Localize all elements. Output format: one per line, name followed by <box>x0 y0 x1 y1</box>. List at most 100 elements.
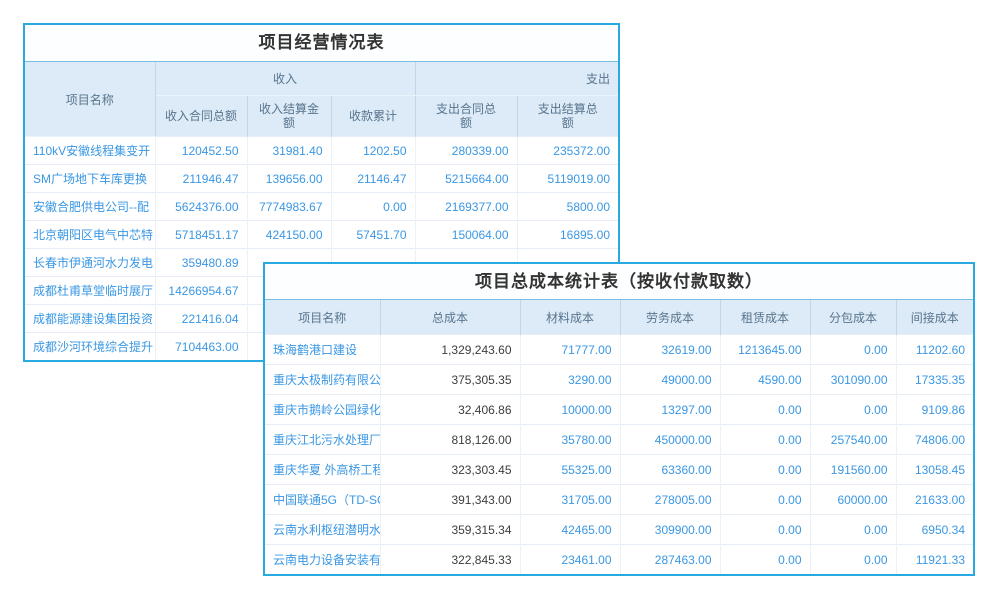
project-name-cell: 成都杜甫草堂临时展厅 <box>25 277 155 305</box>
project-name-cell: 成都能源建设集团投资 <box>25 305 155 333</box>
value-cell: 375,305.35 <box>380 365 520 395</box>
value-cell: 55325.00 <box>520 455 620 485</box>
project-name-cell: 长春市伊通河水力发电 <box>25 249 155 277</box>
value-cell: 0.00 <box>331 193 415 221</box>
value-cell: 322,845.33 <box>380 545 520 575</box>
value-cell: 1202.50 <box>331 137 415 165</box>
value-cell: 13058.45 <box>896 455 973 485</box>
project-name-cell: 重庆华夏 外高桥工程设备 <box>265 455 380 485</box>
value-cell: 23461.00 <box>520 545 620 575</box>
value-cell: 42465.00 <box>520 515 620 545</box>
value-cell: 424150.00 <box>247 221 331 249</box>
value-cell: 3290.00 <box>520 365 620 395</box>
operations-report-title: 项目经营情况表 <box>25 25 618 62</box>
value-cell: 10000.00 <box>520 395 620 425</box>
value-cell: 49000.00 <box>620 365 720 395</box>
value-cell: 71777.00 <box>520 335 620 365</box>
table-row[interactable]: 北京朝阳区电气中芯特5718451.17424150.0057451.70150… <box>25 221 618 249</box>
project-name-cell: 成都沙河环境综合提升 <box>25 333 155 361</box>
value-cell: 0.00 <box>720 515 810 545</box>
value-cell: 1213645.00 <box>720 335 810 365</box>
sub-column-header-label: 收款累计 <box>349 109 397 123</box>
value-cell: 4590.00 <box>720 365 810 395</box>
value-cell: 0.00 <box>720 425 810 455</box>
value-cell: 11921.33 <box>896 545 973 575</box>
sub-column-header: 收入合同总额 <box>155 96 247 137</box>
table-row[interactable]: 重庆华夏 外高桥工程设备323,303.4555325.0063360.000.… <box>265 455 973 485</box>
value-cell: 13297.00 <box>620 395 720 425</box>
value-cell: 14266954.67 <box>155 277 247 305</box>
value-cell: 31705.00 <box>520 485 620 515</box>
project-name-cell: 北京朝阳区电气中芯特 <box>25 221 155 249</box>
table-row[interactable]: 珠海鹤港口建设1,329,243.6071777.0032619.0012136… <box>265 335 973 365</box>
table-row[interactable]: 重庆江北污水处理厂级改818,126.0035780.00450000.000.… <box>265 425 973 455</box>
value-cell: 2169377.00 <box>415 193 517 221</box>
value-cell: 280339.00 <box>415 137 517 165</box>
table-row[interactable]: 中国联通5G（TD-SCDMA391,343.0031705.00278005.… <box>265 485 973 515</box>
column-header: 劳务成本 <box>620 300 720 335</box>
value-cell: 16895.00 <box>517 221 618 249</box>
column-header: 项目名称 <box>265 300 380 335</box>
sub-column-header-label: 收入合同总额 <box>165 109 237 123</box>
project-name-cell: SM广场地下车库更换 <box>25 165 155 193</box>
value-cell: 60000.00 <box>810 485 896 515</box>
col-group-expense: 支出 <box>415 62 618 96</box>
value-cell: 221416.04 <box>155 305 247 333</box>
value-cell: 0.00 <box>810 335 896 365</box>
project-name-cell: 重庆江北污水处理厂级改 <box>265 425 380 455</box>
table-row[interactable]: SM广场地下车库更换211946.47139656.0021146.475215… <box>25 165 618 193</box>
col-header-project-name: 项目名称 <box>25 62 155 137</box>
value-cell: 21146.47 <box>331 165 415 193</box>
value-cell: 74806.00 <box>896 425 973 455</box>
value-cell: 359480.89 <box>155 249 247 277</box>
value-cell: 32,406.86 <box>380 395 520 425</box>
sub-column-header: 收款累计 <box>331 96 415 137</box>
value-cell: 818,126.00 <box>380 425 520 455</box>
value-cell: 391,343.00 <box>380 485 520 515</box>
value-cell: 0.00 <box>810 395 896 425</box>
value-cell: 191560.00 <box>810 455 896 485</box>
project-name-cell: 珠海鹤港口建设 <box>265 335 380 365</box>
value-cell: 150064.00 <box>415 221 517 249</box>
value-cell: 5624376.00 <box>155 193 247 221</box>
value-cell: 63360.00 <box>620 455 720 485</box>
value-cell: 5215664.00 <box>415 165 517 193</box>
value-cell: 0.00 <box>810 545 896 575</box>
table-row[interactable]: 重庆太极制药有限公司亳375,305.353290.0049000.004590… <box>265 365 973 395</box>
sub-column-header-label: 支出结算总额 <box>536 102 600 130</box>
value-cell: 32619.00 <box>620 335 720 365</box>
column-header: 间接成本 <box>896 300 973 335</box>
value-cell: 17335.35 <box>896 365 973 395</box>
value-cell: 9109.86 <box>896 395 973 425</box>
project-name-cell: 110kV安徽线程集变开 <box>25 137 155 165</box>
value-cell: 450000.00 <box>620 425 720 455</box>
column-header: 总成本 <box>380 300 520 335</box>
value-cell: 0.00 <box>810 515 896 545</box>
value-cell: 309900.00 <box>620 515 720 545</box>
sub-column-header: 支出结算总额 <box>517 96 618 137</box>
value-cell: 323,303.45 <box>380 455 520 485</box>
table-row[interactable]: 云南电力设备安装有限公322,845.3323461.00287463.000.… <box>265 545 973 575</box>
table-row[interactable]: 云南水利枢纽潜明水库一359,315.3442465.00309900.000.… <box>265 515 973 545</box>
cost-report-window: 项目总成本统计表（按收付款取数） 项目名称总成本材料成本劳务成本租赁成本分包成本… <box>263 262 975 576</box>
table-row[interactable]: 重庆市鹅岭公园绿化景观32,406.8610000.0013297.000.00… <box>265 395 973 425</box>
table-row[interactable]: 安徽合肥供电公司--配5624376.007774983.670.0021693… <box>25 193 618 221</box>
value-cell: 57451.70 <box>331 221 415 249</box>
sub-column-header: 收入结算金额 <box>247 96 331 137</box>
project-name-cell: 云南水利枢纽潜明水库一 <box>265 515 380 545</box>
value-cell: 6950.34 <box>896 515 973 545</box>
project-name-cell: 重庆市鹅岭公园绿化景观 <box>265 395 380 425</box>
table-row[interactable]: 110kV安徽线程集变开120452.5031981.401202.502803… <box>25 137 618 165</box>
value-cell: 235372.00 <box>517 137 618 165</box>
value-cell: 0.00 <box>720 395 810 425</box>
sub-column-header-label: 收入结算金额 <box>257 102 321 130</box>
value-cell: 1,329,243.60 <box>380 335 520 365</box>
operations-table-header: 项目名称 收入 支出 收入合同总额收入结算金额收款累计支出合同总额支出结算总额 <box>25 62 618 137</box>
value-cell: 139656.00 <box>247 165 331 193</box>
cost-table-header: 项目名称总成本材料成本劳务成本租赁成本分包成本间接成本 <box>265 300 973 335</box>
sub-column-header-label: 支出合同总额 <box>434 102 498 130</box>
project-name-cell: 重庆太极制药有限公司亳 <box>265 365 380 395</box>
value-cell: 21633.00 <box>896 485 973 515</box>
value-cell: 301090.00 <box>810 365 896 395</box>
value-cell: 287463.00 <box>620 545 720 575</box>
